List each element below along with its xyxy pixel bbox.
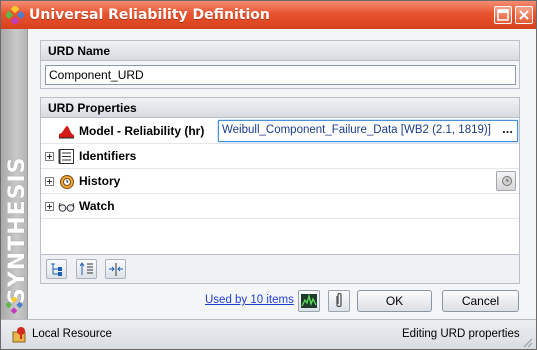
close-icon — [519, 10, 529, 20]
property-row-model[interactable]: Model - Reliability (hr) Weibull_Compone… — [41, 119, 519, 144]
cancel-button[interactable]: Cancel — [442, 290, 519, 312]
model-reliability-value[interactable]: Weibull_Component_Failure_Data [WB2 (2.1… — [218, 120, 518, 142]
expand-history-toggle[interactable] — [45, 177, 54, 186]
urd-name-input[interactable] — [45, 65, 516, 85]
property-row-watch[interactable]: Watch — [41, 194, 519, 219]
columns-icon — [109, 263, 123, 276]
urd-dialog-window: Universal Reliability Definition SYNTHES… — [0, 0, 537, 350]
window-title: Universal Reliability Definition — [29, 7, 270, 23]
identifiers-list-icon — [58, 149, 74, 164]
used-by-link[interactable]: Used by 10 items — [205, 294, 294, 306]
browse-ellipsis-button[interactable]: ... — [502, 121, 513, 136]
ok-button[interactable]: OK — [357, 290, 432, 312]
urd-properties-panel: URD Properties Model - Reliability (hr) … — [40, 97, 520, 255]
collapse-all-icon — [79, 262, 93, 275]
resize-grip-icon[interactable] — [521, 336, 533, 348]
status-bar: Local Resource Editing URD properties — [1, 319, 536, 349]
title-bar[interactable]: Universal Reliability Definition — [1, 1, 536, 29]
model-value-text: Weibull_Component_Failure_Data [WB2 (2.1… — [222, 124, 491, 136]
history-action-button[interactable] — [496, 171, 516, 191]
expand-watch-toggle[interactable] — [45, 202, 54, 211]
maximize-icon — [497, 9, 509, 21]
expand-all-button[interactable] — [46, 259, 67, 279]
maximize-button[interactable] — [494, 6, 512, 24]
reliability-curve-icon — [59, 126, 74, 139]
history-icon — [60, 175, 74, 189]
synthesis-brand-text: SYNTHESIS — [5, 156, 30, 304]
properties-toolbar — [40, 255, 520, 284]
expand-all-icon — [51, 263, 62, 276]
plot-button[interactable] — [298, 290, 320, 312]
editing-status-text: Editing URD properties — [402, 328, 520, 340]
watch-label: Watch — [79, 199, 115, 213]
urd-name-panel: URD Name — [40, 40, 520, 89]
paperclip-icon — [336, 292, 342, 308]
local-resource-pin-icon — [12, 327, 26, 343]
history-label: History — [79, 174, 121, 188]
columns-button[interactable] — [105, 259, 126, 279]
close-button[interactable] — [515, 6, 533, 24]
synthesis-logo-icon — [6, 6, 24, 24]
watch-glasses-icon — [58, 202, 75, 212]
plot-chart-icon — [301, 293, 317, 308]
history-clock-icon — [502, 176, 512, 186]
attachments-button[interactable] — [328, 290, 350, 312]
collapse-all-button[interactable] — [76, 259, 97, 279]
urd-properties-header: URD Properties — [41, 98, 519, 118]
expand-identifiers-toggle[interactable] — [45, 152, 54, 161]
synthesis-sidebar: SYNTHESIS — [1, 29, 30, 319]
urd-name-header: URD Name — [41, 41, 519, 61]
synthesis-diamond-icon — [6, 297, 23, 314]
resource-status-text: Local Resource — [32, 328, 112, 340]
property-row-identifiers[interactable]: Identifiers — [41, 144, 519, 169]
property-row-history[interactable]: History — [41, 169, 519, 194]
model-reliability-label: Model - Reliability (hr) — [79, 124, 205, 138]
identifiers-label: Identifiers — [79, 149, 137, 163]
